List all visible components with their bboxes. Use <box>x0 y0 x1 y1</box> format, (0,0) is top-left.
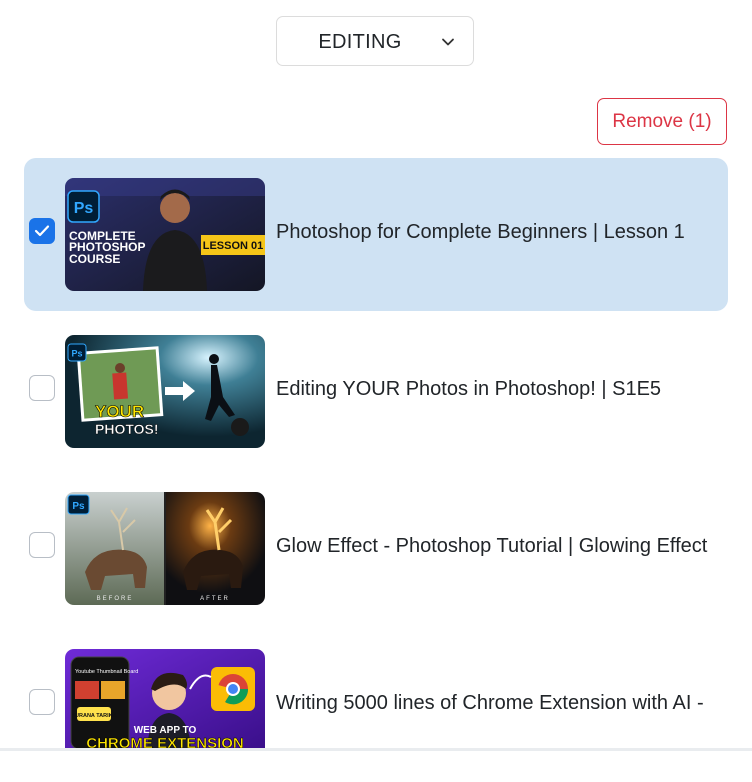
video-item[interactable]: Ps BEFORE AFTER Glow Effect - Photoshop … <box>24 472 728 625</box>
thumb-text-line2: CHROME EXTENSION <box>86 735 244 749</box>
thumb-lesson-label: LESSON 01 <box>203 240 264 252</box>
thumb-after-label: AFTER <box>200 596 230 602</box>
thumb-ps-badge: Ps <box>71 349 82 359</box>
video-item[interactable]: Youtube Thumbnail Board PURANA TARIKA WE… <box>24 629 728 782</box>
video-item[interactable]: Ps YOUR PHOTOS! Editing YOUR Photos in P… <box>24 315 728 468</box>
thumb-ps-badge: Ps <box>72 501 85 512</box>
video-checkbox[interactable] <box>29 218 55 244</box>
remove-selected-button[interactable]: Remove (1) <box>597 98 727 145</box>
thumb-ps-badge: Ps <box>74 200 94 217</box>
video-checkbox[interactable] <box>29 375 55 401</box>
video-thumbnail[interactable]: Ps COMPLETE PHOTOSHOP COURSE LESSON 01 <box>65 178 265 291</box>
checkmark-icon <box>34 225 50 237</box>
thumb-phone-text: Youtube Thumbnail Board <box>75 669 138 675</box>
video-thumbnail[interactable]: Ps YOUR PHOTOS! <box>65 335 265 448</box>
video-title[interactable]: Editing YOUR Photos in Photoshop! | S1E5 <box>276 377 661 401</box>
video-checkbox[interactable] <box>29 689 55 715</box>
category-select-value: EDITING <box>318 31 402 53</box>
video-title[interactable]: Photoshop for Complete Beginners | Lesso… <box>276 220 685 244</box>
video-item[interactable]: Ps COMPLETE PHOTOSHOP COURSE LESSON 01 P… <box>24 158 728 311</box>
thumb-before-label: BEFORE <box>97 596 134 602</box>
thumb-text-line3: COURSE <box>69 252 120 266</box>
chevron-down-icon <box>442 38 454 46</box>
video-list: Ps COMPLETE PHOTOSHOP COURSE LESSON 01 P… <box>24 158 728 782</box>
video-thumbnail[interactable]: Ps BEFORE AFTER <box>65 492 265 605</box>
category-select[interactable]: EDITING <box>276 16 474 66</box>
video-thumbnail[interactable]: Youtube Thumbnail Board PURANA TARIKA WE… <box>65 649 265 749</box>
thumb-text-line2: PHOTOS! <box>95 421 159 437</box>
video-checkbox[interactable] <box>29 532 55 558</box>
thumb-text-line1: YOUR <box>95 402 144 421</box>
video-title[interactable]: Writing 5000 lines of Chrome Extension w… <box>276 691 704 715</box>
video-title[interactable]: Glow Effect - Photoshop Tutorial | Glowi… <box>276 534 707 558</box>
thumb-sticker-text: PURANA TARIKA <box>71 713 116 719</box>
